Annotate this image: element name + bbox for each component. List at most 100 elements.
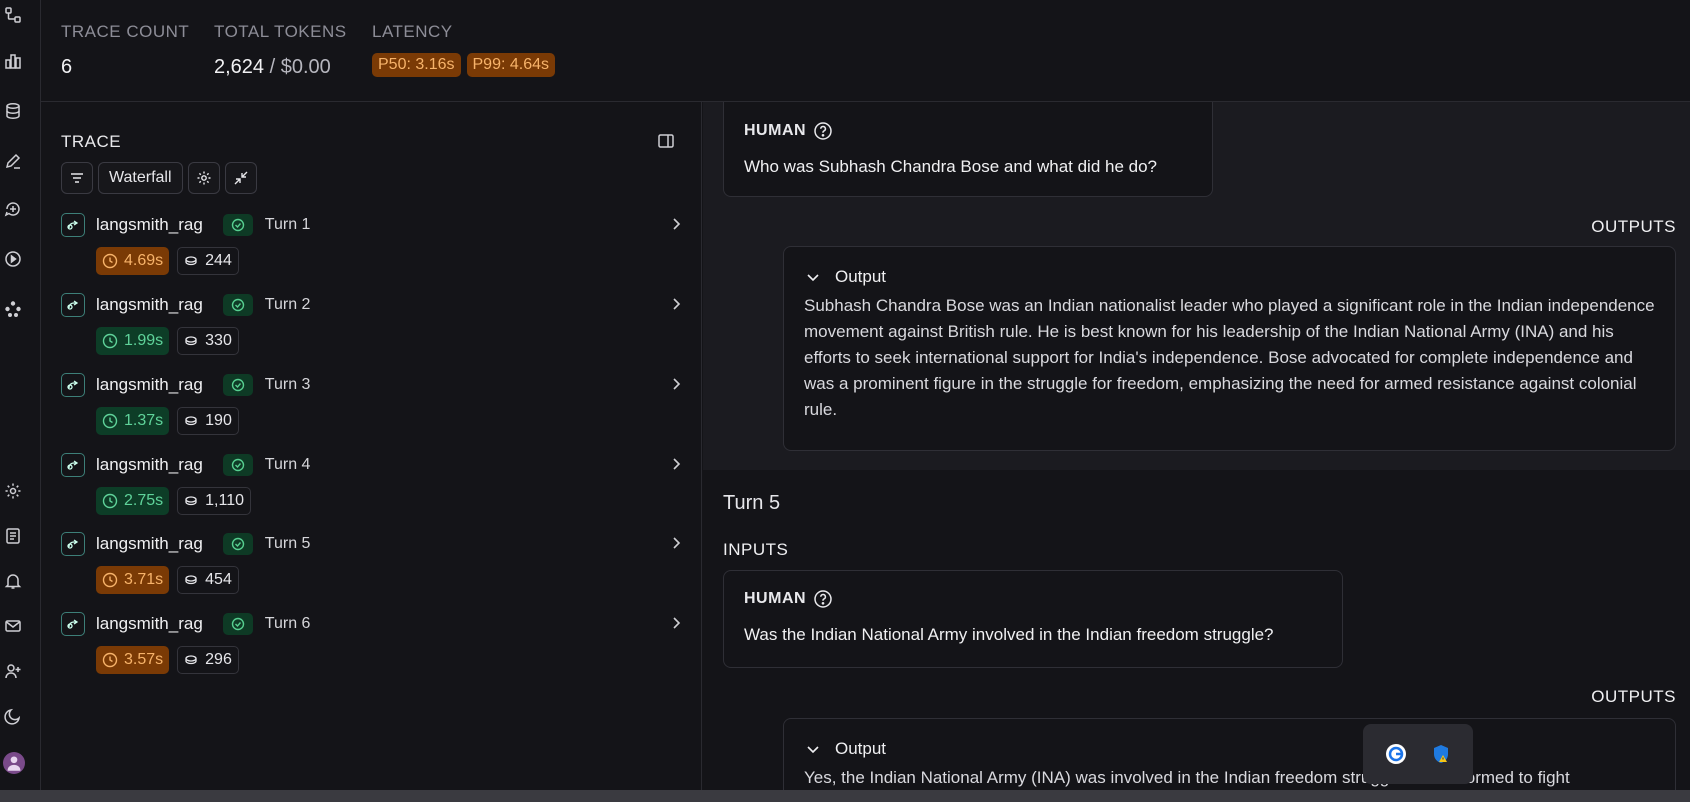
run-row-header: langsmith_rag Turn 5	[61, 532, 310, 556]
run-row-header: langsmith_rag Turn 2	[61, 293, 310, 317]
total-tokens-label: TOTAL TOKENS	[214, 22, 347, 41]
collapse-button[interactable]	[224, 162, 257, 194]
run-name: langsmith_rag	[96, 295, 203, 314]
theme-icon[interactable]	[4, 707, 22, 725]
docs-icon[interactable]	[4, 527, 22, 545]
run-metrics: 3.57s 296	[96, 646, 239, 674]
run-row[interactable]: langsmith_rag Turn 4 2.75s 1,110	[61, 453, 681, 533]
mail-icon[interactable]	[4, 617, 22, 635]
success-check-icon	[222, 613, 253, 635]
dashboards-icon[interactable]	[4, 52, 22, 70]
output-label: Output	[835, 739, 887, 758]
latency-value: 2.75s	[124, 492, 164, 509]
tokens-icon	[185, 655, 197, 665]
success-check-icon	[222, 533, 253, 555]
trace-toolbar: Waterfall	[61, 162, 257, 194]
p50-badge: P50: 3.16s	[372, 53, 461, 77]
avatar[interactable]	[3, 752, 25, 774]
playground-icon[interactable]	[4, 250, 22, 268]
help-icon[interactable]	[813, 589, 833, 609]
help-icon[interactable]	[813, 121, 833, 141]
tokens-icon	[185, 336, 197, 346]
chevron-down-icon	[807, 274, 819, 282]
total-tokens-stat: TOTAL TOKENS 2,624 / $0.00	[214, 22, 347, 79]
run-row[interactable]: langsmith_rag Turn 5 3.71s 454	[61, 532, 681, 612]
trace-count-stat: TRACE COUNT 6	[61, 22, 189, 79]
run-row[interactable]: langsmith_rag Turn 3 1.37s 190	[61, 373, 681, 453]
floating-extension-bar	[1363, 724, 1473, 784]
chain-icon	[61, 612, 85, 636]
latency-stat: LATENCY P50: 3.16s P99: 4.64s	[372, 22, 561, 77]
add-user-icon[interactable]	[4, 662, 22, 680]
run-metrics: 1.99s 330	[96, 327, 239, 355]
human-message: Who was Subhash Chandra Bose and what di…	[744, 157, 1157, 176]
chain-icon	[61, 453, 85, 477]
settings-icon[interactable]	[4, 482, 22, 500]
datasets-icon[interactable]	[4, 102, 22, 120]
trace-count-label: TRACE COUNT	[61, 22, 190, 41]
total-cost-value: $0.00	[280, 56, 331, 78]
output-text: Subhash Chandra Bose was an Indian natio…	[804, 296, 1655, 419]
horizontal-scrollbar[interactable]	[0, 790, 1690, 802]
token-count: 1,110	[205, 492, 244, 509]
trace-settings-button[interactable]	[187, 162, 220, 194]
success-check-icon	[222, 374, 253, 396]
trace-panel: TRACE Waterfall langsmith_rag Turn 1 4.6…	[41, 102, 702, 790]
prompts-icon[interactable]	[4, 200, 22, 218]
human-message-card: HUMAN Was the Indian National Army invol…	[723, 570, 1343, 668]
output-toggle[interactable]: Output	[805, 739, 1655, 759]
latency-badge: 3.71s	[96, 566, 170, 594]
latency-badge: 4.69s	[96, 247, 170, 275]
run-row-header: langsmith_rag Turn 3	[61, 373, 310, 397]
token-count: 190	[205, 412, 232, 429]
run-name: langsmith_rag	[96, 614, 203, 633]
token-badge: 296	[177, 646, 239, 674]
human-header: HUMAN	[744, 589, 1322, 609]
run-turn: Turn 2	[264, 296, 311, 313]
run-name: langsmith_rag	[96, 215, 203, 234]
security-shield-icon[interactable]	[1430, 743, 1452, 765]
chain-icon	[61, 293, 85, 317]
chevron-right-icon[interactable]	[668, 615, 684, 631]
annotation-icon[interactable]	[4, 152, 22, 170]
chevron-right-icon[interactable]	[668, 376, 684, 392]
chevron-right-icon[interactable]	[668, 296, 684, 312]
grammarly-icon[interactable]	[1385, 743, 1407, 765]
p99-badge: P99: 4.64s	[466, 53, 555, 77]
chevron-right-icon[interactable]	[668, 216, 684, 232]
latency-pills: P50: 3.16s P99: 4.64s	[372, 52, 561, 77]
stats-bar: TRACE COUNT 6 TOTAL TOKENS 2,624 / $0.00…	[41, 0, 1690, 102]
run-turn: Turn 1	[264, 216, 311, 233]
latency-badge: 2.75s	[96, 487, 170, 515]
total-tokens-value-row: 2,624 / $0.00	[214, 56, 347, 79]
run-metrics: 3.71s 454	[96, 566, 239, 594]
latency-value: 1.99s	[124, 332, 164, 349]
clock-icon	[102, 493, 118, 509]
token-badge: 190	[177, 407, 239, 435]
trace-title: TRACE	[61, 132, 122, 151]
token-badge: 330	[177, 327, 239, 355]
output-card: Output Yes, the Indian National Army (IN…	[783, 718, 1676, 790]
tokens-icon	[185, 416, 197, 426]
run-row[interactable]: langsmith_rag Turn 2 1.99s 330	[61, 293, 681, 373]
run-metrics: 4.69s 244	[96, 247, 239, 275]
success-check-icon	[222, 454, 253, 476]
projects-icon[interactable]	[4, 6, 22, 24]
run-row-header: langsmith_rag Turn 4	[61, 453, 310, 477]
run-row[interactable]: langsmith_rag Turn 6 3.57s 296	[61, 612, 681, 692]
clock-icon	[102, 413, 118, 429]
latency-label: LATENCY	[372, 22, 453, 41]
deployments-icon[interactable]	[4, 300, 22, 318]
trace-count-value: 6	[61, 56, 73, 78]
app-root: TRACE COUNT 6 TOTAL TOKENS 2,624 / $0.00…	[0, 0, 1690, 802]
waterfall-button[interactable]: Waterfall	[98, 162, 183, 194]
tokens-icon	[185, 496, 197, 506]
chevron-right-icon[interactable]	[668, 535, 684, 551]
run-row[interactable]: langsmith_rag Turn 1 4.69s 244	[61, 213, 681, 293]
panel-toggle-icon[interactable]	[657, 132, 675, 150]
chevron-right-icon[interactable]	[668, 456, 684, 472]
alerts-icon[interactable]	[4, 572, 22, 590]
filter-button[interactable]	[61, 162, 93, 194]
output-toggle[interactable]: Output	[805, 267, 1655, 287]
clock-icon	[102, 333, 118, 349]
